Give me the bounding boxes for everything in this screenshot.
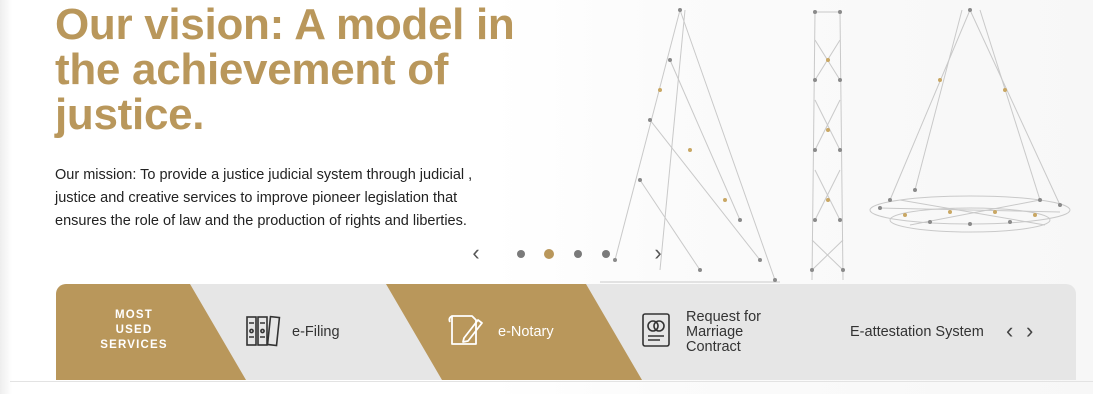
most-used-services-title: MOST USED SERVICES (100, 309, 168, 351)
slider-dot-2[interactable] (544, 249, 554, 259)
service-label-marriage: Request for Marriage Contract (686, 308, 761, 355)
most-used-services-bar: MOST USED SERVICES e-Filing e-Notary Req… (56, 284, 1076, 380)
service-e-attestation[interactable]: E-attestation System (850, 284, 984, 380)
document-pen-icon (444, 308, 488, 357)
service-label-enotary: e-Notary (498, 323, 554, 340)
services-next-arrow[interactable]: › (1026, 318, 1033, 344)
rings-contract-icon (638, 310, 676, 355)
slider-dot-1[interactable] (517, 250, 525, 258)
mission-text: Our mission: To provide a justice judici… (55, 167, 473, 229)
service-marriage-contract[interactable]: Request for Marriage Contract (638, 284, 786, 380)
service-label-efiling: e-Filing (292, 323, 340, 340)
slider-dots (517, 249, 617, 260)
slider-prev-arrow[interactable]: ‹ (466, 242, 486, 264)
scales-of-justice-illustration (600, 8, 1071, 283)
service-label-attestation: E-attestation System (850, 323, 984, 340)
slider-next-arrow[interactable]: › (648, 242, 668, 264)
service-enotary[interactable]: e-Notary (444, 284, 554, 380)
divider-line (10, 381, 1093, 382)
binders-icon (244, 311, 282, 354)
service-efiling[interactable]: e-Filing (244, 284, 340, 380)
services-prev-arrow[interactable]: ‹ (1006, 318, 1013, 344)
slider-dot-3[interactable] (574, 250, 582, 258)
left-edge-shadow (0, 0, 12, 394)
hero-banner: Our vision: A model in the achievement o… (0, 0, 1093, 394)
vision-headline: Our vision: A model in the achievement o… (55, 0, 515, 139)
slider-dot-4[interactable] (602, 250, 610, 258)
